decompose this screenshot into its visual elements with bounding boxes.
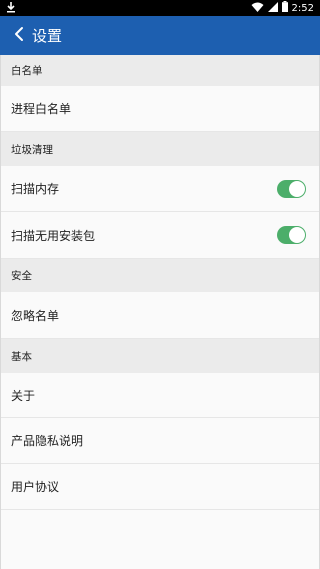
list-item-user-agreement[interactable]: 用户协议 [0, 464, 320, 510]
settings-list: 白名单 进程白名单 垃圾清理 扫描内存 扫描无用安装包 安全 忽略名单 基本 关… [0, 55, 320, 510]
page-title: 设置 [32, 27, 63, 45]
list-item-scan-apk[interactable]: 扫描无用安装包 [0, 212, 320, 259]
scan-apk-toggle[interactable] [277, 226, 306, 244]
left-edge-divider [0, 55, 1, 569]
status-time: 2:52 [291, 2, 314, 14]
list-item-ignore-list[interactable]: 忽略名单 [0, 292, 320, 339]
list-item-label: 扫描内存 [11, 182, 60, 196]
list-item-process-whitelist[interactable]: 进程白名单 [0, 86, 320, 132]
list-item-scan-memory[interactable]: 扫描内存 [0, 166, 320, 212]
toggle-knob [289, 227, 305, 243]
list-item-privacy[interactable]: 产品隐私说明 [0, 418, 320, 464]
download-icon [6, 1, 16, 16]
wifi-icon [251, 2, 264, 15]
list-item-label: 用户协议 [11, 480, 60, 494]
battery-icon [281, 1, 288, 15]
list-item-about[interactable]: 关于 [0, 373, 320, 418]
status-bar: 2:52 [0, 0, 320, 16]
cell-signal-icon [267, 1, 278, 15]
list-item-label: 关于 [11, 388, 36, 403]
section-header-junk-clean: 垃圾清理 [0, 132, 320, 166]
toggle-knob [289, 180, 305, 197]
section-header-basic: 基本 [0, 339, 320, 373]
list-item-label: 忽略名单 [11, 308, 60, 323]
back-button[interactable] [4, 16, 34, 55]
section-header-whitelist: 白名单 [0, 55, 320, 86]
scan-memory-toggle[interactable] [277, 179, 306, 198]
list-item-label: 进程白名单 [11, 102, 72, 116]
chevron-left-icon [13, 26, 25, 46]
app-bar: 设置 [0, 16, 320, 55]
list-item-label: 扫描无用安装包 [11, 228, 96, 243]
list-item-label: 产品隐私说明 [11, 434, 84, 448]
section-header-security: 安全 [0, 259, 320, 292]
